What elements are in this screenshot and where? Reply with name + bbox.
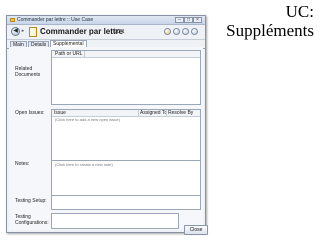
toolbar: ◀ ▸ Commander par lettre UC-1 [7, 25, 205, 40]
window-titlebar[interactable]: Commander par lettre :: Use Case – □ × [7, 16, 205, 25]
help-icon[interactable] [191, 28, 198, 35]
open-issues-header: Issue Assigned To Resolve By [52, 110, 200, 117]
slide-title-line2: Suppléments [226, 21, 314, 40]
open-issues-table[interactable]: Issue Assigned To Resolve By (Click here… [51, 109, 201, 161]
related-documents-list[interactable]: Path or URL [51, 50, 201, 105]
resolve-by-column-header[interactable]: Resolve By [168, 110, 193, 116]
related-documents-label: Related Documents [15, 66, 40, 78]
use-case-window: Commander par lettre :: Use Case – □ × ◀… [6, 15, 208, 235]
testing-configurations-label-line2: Configurations: [15, 220, 49, 226]
dropdown-arrow-icon[interactable]: ▸ [20, 27, 26, 36]
column-divider[interactable] [138, 110, 139, 116]
testing-configurations-label: Testing Configurations: [15, 214, 49, 226]
add-note-placeholder[interactable]: (Click here to create a new note) [52, 161, 200, 169]
minimize-button[interactable]: – [175, 17, 184, 23]
refresh-icon[interactable] [173, 28, 180, 35]
slide-title-line1: UC: [285, 2, 314, 21]
testing-setup-field[interactable] [51, 195, 201, 210]
testing-setup-label: Testing Setup: [15, 198, 47, 204]
notes-label: Notes: [15, 161, 30, 167]
notes-box[interactable]: (Click here to create a new note) [51, 160, 201, 196]
issue-column-header[interactable]: Issue [54, 110, 66, 116]
app-icon [10, 18, 15, 22]
back-arrow-icon[interactable]: ◀ [11, 27, 20, 36]
testing-configurations-field[interactable] [51, 213, 179, 229]
use-case-id: UC-1 [113, 29, 125, 35]
path-column-header[interactable]: Path or URL [55, 51, 83, 57]
related-documents-header: Path or URL [52, 51, 200, 58]
related-documents-label-line2: Documents [15, 72, 41, 78]
slide-title: UC: Suppléments [206, 2, 314, 40]
search-icon[interactable] [182, 28, 189, 35]
close-window-button[interactable]: × [193, 17, 202, 23]
column-divider[interactable] [166, 110, 167, 116]
open-issues-label: Open Issues: [15, 110, 45, 116]
add-issue-placeholder[interactable]: (Click here to add a new open issue) [52, 117, 200, 123]
window-title: Commander par lettre :: Use Case [17, 17, 94, 23]
assigned-to-column-header[interactable]: Assigned To [140, 110, 167, 116]
close-button[interactable]: Close [184, 225, 208, 235]
maximize-button[interactable]: □ [184, 17, 193, 23]
highlight-icon[interactable] [164, 28, 171, 35]
document-icon [29, 27, 37, 37]
column-divider[interactable] [84, 51, 85, 57]
supplemental-panel: Related Documents Path or URL Open Issue… [9, 47, 208, 235]
use-case-title: Commander par lettre [40, 27, 124, 36]
